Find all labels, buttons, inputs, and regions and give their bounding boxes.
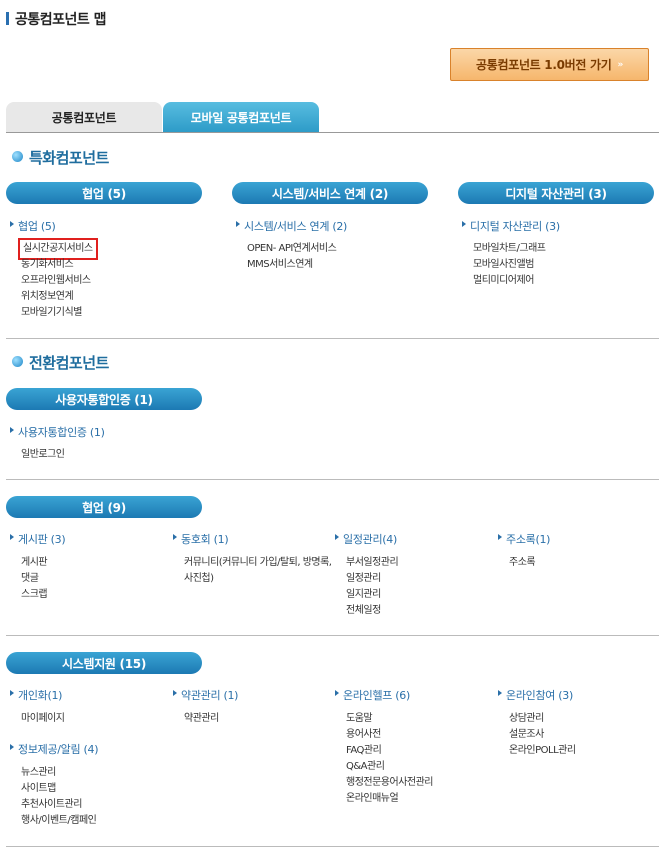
list-item[interactable]: 마이페이지 [21, 711, 65, 727]
tab-underline [6, 132, 659, 133]
category-link-personalization[interactable]: 개인화(1) [10, 687, 62, 703]
list-item[interactable]: 커뮤니티(커뮤니티 가입/탈퇴, 방명록, 사진첩) [184, 555, 334, 587]
divider [6, 846, 659, 847]
category-link-schedule[interactable]: 일정관리(4) [335, 531, 397, 547]
list-item[interactable]: MMS서비스연계 [247, 257, 336, 273]
list-item[interactable]: 모바일기기식별 [21, 305, 95, 321]
list-item[interactable]: 전체일정 [346, 603, 398, 619]
divider [6, 338, 659, 339]
list-item[interactable]: 모바일사진앨범 [473, 257, 545, 273]
list-item[interactable]: 행사/이벤트/캠페인 [21, 813, 97, 829]
list-item[interactable]: 뉴스관리 [21, 765, 96, 781]
list-item[interactable]: FAQ관리 [346, 743, 433, 759]
item-list-system-link: OPEN- API연계서비스 MMS서비스연계 [247, 241, 337, 273]
list-item[interactable]: 모바일차트/그래프 [473, 241, 546, 257]
tab-mobile-common-components[interactable]: 모바일 공통컴포넌트 [163, 102, 319, 133]
list-item[interactable]: 일반로그인 [21, 447, 65, 463]
item-list-personalization: 마이페이지 [21, 711, 65, 727]
list-item[interactable]: 추천사이트관리 [21, 797, 96, 813]
highlighted-item[interactable]: 실시간공지서비스 [18, 238, 98, 260]
item-list-addressbook: 주소록 [509, 555, 536, 571]
double-arrow-icon: » [617, 59, 624, 70]
list-item[interactable]: 용어사전 [346, 727, 433, 743]
list-item[interactable]: 도움말 [346, 711, 433, 727]
tab-common-components[interactable]: 공통컴포넌트 [6, 102, 162, 133]
bullet-circle-icon [12, 356, 23, 367]
item-list-auth: 일반로그인 [21, 447, 65, 463]
list-item[interactable]: 오프라인웹서비스 [21, 273, 95, 289]
category-link-info-notice[interactable]: 정보제공/알림 (4) [10, 741, 99, 757]
list-item[interactable]: 실시간공지서비스 [18, 238, 98, 260]
item-list-info-notice: 뉴스관리 사이트맵 추천사이트관리 행사/이벤트/캠페인 [21, 765, 97, 829]
list-item[interactable]: 게시판 [21, 555, 48, 571]
divider [6, 635, 659, 636]
category-link-digital-asset[interactable]: 디지털 자산관리 (3) [462, 218, 560, 234]
item-list-schedule: 부서일정관리 일정관리 일지관리 전체일정 [346, 555, 399, 619]
section-title-special: 특화컴포넌트 [12, 147, 109, 168]
item-list-digital-asset: 모바일차트/그래프 모바일사진앨범 멀티미디어제어 [473, 241, 546, 289]
item-list-board: 게시판 댓글 스크랩 [21, 555, 48, 603]
go-v1-button[interactable]: 공통컴포넌트 1.0버전 가기 » [450, 48, 649, 81]
divider [6, 479, 659, 480]
list-item[interactable]: 주소록 [509, 555, 536, 571]
list-item[interactable]: 멀티미디어제어 [473, 273, 545, 289]
category-link-auth[interactable]: 사용자통합인증 (1) [10, 424, 105, 440]
item-list-online-participation: 상담관리 설문조사 온라인POLL관리 [509, 711, 576, 759]
pill-system-support: 시스템지원 (15) [6, 652, 202, 674]
section-title-label: 특화컴포넌트 [29, 149, 109, 167]
item-list-collab: 실시간공지서비스 동기화서비스 오프라인웹서비스 위치정보연계 모바일기기식별 [18, 238, 98, 321]
item-list-online-help: 도움말 용어사전 FAQ관리 Q&A관리 행정전문용어사전관리 온라인매뉴얼 [346, 711, 434, 807]
tab-bar: 공통컴포넌트 모바일 공통컴포넌트 [6, 102, 319, 133]
list-item[interactable]: 동기화서비스 [21, 257, 95, 273]
bullet-circle-icon [12, 151, 23, 162]
pill-collab-9: 협업 (9) [6, 496, 202, 518]
list-item[interactable]: 사이트맵 [21, 781, 96, 797]
list-item[interactable]: 설문조사 [509, 727, 576, 743]
list-item[interactable]: Q&A관리 [346, 759, 433, 775]
category-link-terms[interactable]: 약관관리 (1) [173, 687, 238, 703]
list-item[interactable]: 행정전문용어사전관리 [346, 775, 434, 791]
category-link-online-help[interactable]: 온라인헬프 (6) [335, 687, 410, 703]
pill-system-link: 시스템/서비스 연계 (2) [232, 182, 428, 204]
list-item[interactable]: 댓글 [21, 571, 47, 587]
list-item[interactable]: 일정관리 [346, 571, 398, 587]
go-v1-button-label: 공통컴포넌트 1.0버전 가기 [475, 58, 612, 72]
list-item[interactable]: 온라인매뉴얼 [346, 791, 433, 807]
pill-auth: 사용자통합인증 (1) [6, 388, 202, 410]
list-item[interactable]: 부서일정관리 [346, 555, 399, 571]
item-list-terms: 약관관리 [184, 711, 219, 727]
list-item[interactable]: 스크랩 [21, 587, 48, 603]
pill-digital-asset: 디지털 자산관리 (3) [458, 182, 654, 204]
category-link-addressbook[interactable]: 주소록(1) [498, 531, 550, 547]
category-link-club[interactable]: 동호회 (1) [173, 531, 229, 547]
section-title-conversion: 전환컴포넌트 [12, 352, 109, 373]
list-item[interactable]: 일지관리 [346, 587, 398, 603]
category-link-online-participation[interactable]: 온라인참여 (3) [498, 687, 573, 703]
pill-collab: 협업 (5) [6, 182, 202, 204]
list-item[interactable]: OPEN- API연계서비스 [247, 241, 337, 257]
category-link-board[interactable]: 게시판 (3) [10, 531, 66, 547]
list-item[interactable]: 약관관리 [184, 711, 219, 727]
category-link-system-link[interactable]: 시스템/서비스 연계 (2) [236, 218, 347, 234]
list-item[interactable]: 상담관리 [509, 711, 576, 727]
list-item[interactable]: 위치정보연계 [21, 289, 95, 305]
category-link-collab[interactable]: 협업 (5) [10, 218, 56, 234]
item-list-club: 커뮤니티(커뮤니티 가입/탈퇴, 방명록, 사진첩) [184, 555, 334, 587]
list-item[interactable]: 온라인POLL관리 [509, 743, 576, 759]
section-title-label: 전환컴포넌트 [29, 354, 109, 372]
page-title: 공통컴포넌트 맵 [6, 9, 107, 29]
